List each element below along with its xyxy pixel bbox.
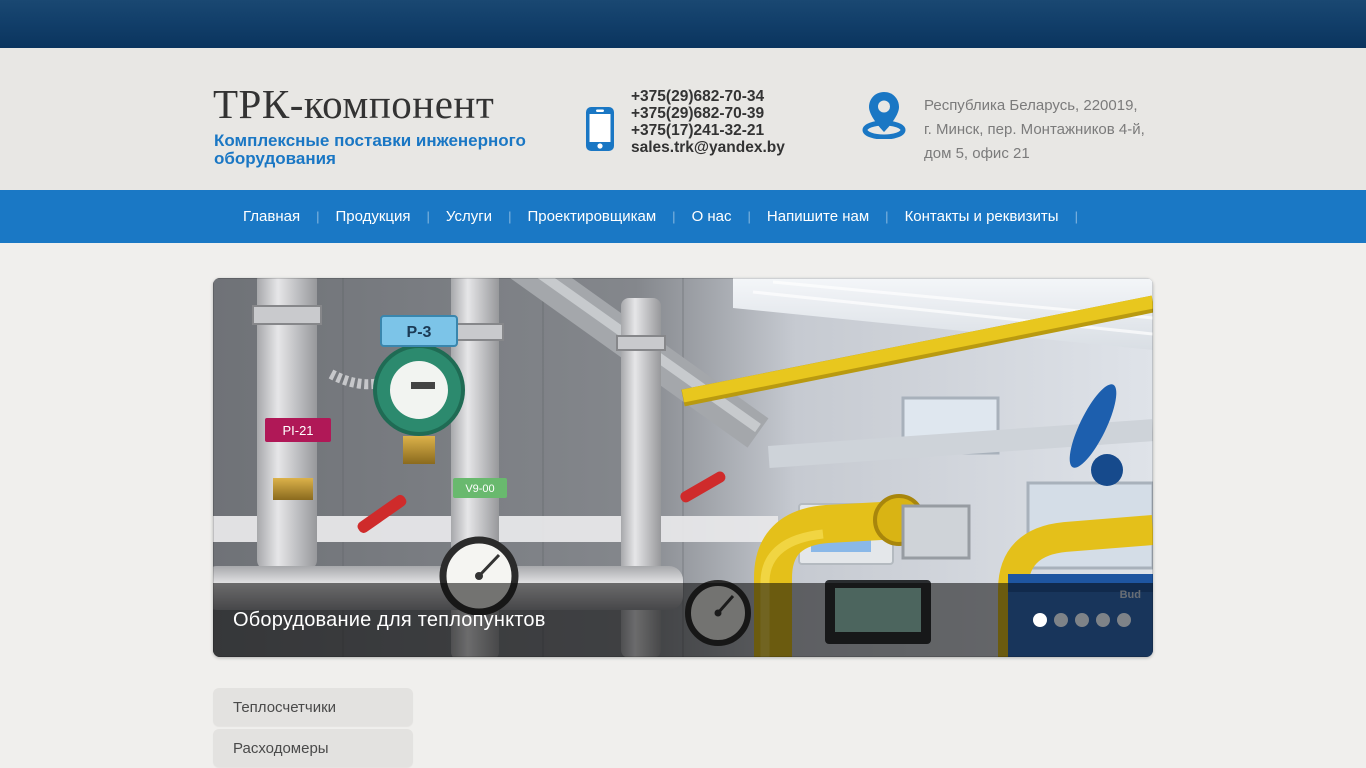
phone-number-3: +375(17)241-32-21	[631, 122, 765, 139]
main-menu: Главная | Продукция | Услуги | Проектиро…	[213, 190, 1153, 243]
slider-dot-1[interactable]	[1033, 613, 1047, 627]
tagline-line-2: оборудования	[214, 149, 336, 168]
contact-phone-block: +375(29)682-70-34 +375(29)682-70-39 +375…	[585, 88, 785, 157]
tagline-line-1: Комплексные поставки инженерного	[214, 131, 526, 150]
hero-slider: Р-3 PI-21 V9-00 Оборудование для теплопу…	[213, 278, 1153, 657]
slider-dots	[1033, 613, 1131, 627]
top-bar	[0, 0, 1366, 48]
slider-caption-bar: Оборудование для теплопунктов	[213, 583, 1153, 657]
site-logo[interactable]: ТРК-компонент	[213, 80, 494, 128]
nav-item-contacts[interactable]: Контакты и реквизиты	[890, 208, 1074, 225]
phone-number-1: +375(29)682-70-34	[631, 88, 765, 105]
contact-email[interactable]: sales.trk@yandex.by	[631, 139, 785, 156]
address-line-2: г. Минск, пер. Монтажников 4-й,	[924, 121, 1145, 138]
nav-item-about[interactable]: О нас	[677, 208, 747, 225]
nav-item-write-us[interactable]: Напишите нам	[752, 208, 884, 225]
photo-pump-tag: Р-3	[407, 324, 432, 341]
slider-dot-2[interactable]	[1054, 613, 1068, 627]
address-line-3: дом 5, офис 21	[924, 145, 1030, 162]
address-line-1: Республика Беларусь, 220019,	[924, 97, 1138, 114]
location-pin-icon	[861, 90, 907, 166]
photo-pressure-tag: PI-21	[282, 423, 313, 438]
slider-dot-5[interactable]	[1117, 613, 1131, 627]
main-content: Р-3 PI-21 V9-00 Оборудование для теплопу…	[0, 278, 1366, 767]
photo-valve-tag: V9-00	[465, 483, 494, 495]
nav-divider: |	[1074, 209, 1078, 224]
phone-icon	[585, 106, 615, 157]
nav-item-products[interactable]: Продукция	[320, 208, 425, 225]
sidebar-item-flow-meters[interactable]: Расходомеры	[213, 729, 413, 767]
nav-item-services[interactable]: Услуги	[431, 208, 507, 225]
nav-item-home[interactable]: Главная	[228, 208, 315, 225]
category-menu: Теплосчетчики Расходомеры	[213, 688, 413, 767]
slider-dot-4[interactable]	[1096, 613, 1110, 627]
phone-number-2: +375(29)682-70-39	[631, 105, 765, 122]
sidebar-item-heat-meters[interactable]: Теплосчетчики	[213, 688, 413, 726]
slider-caption: Оборудование для теплопунктов	[233, 608, 546, 631]
contact-address-block: Республика Беларусь, 220019, г. Минск, п…	[861, 90, 1145, 166]
site-header: ТРК-компонент Комплексные поставки инжен…	[0, 48, 1366, 190]
main-nav: Главная | Продукция | Услуги | Проектиро…	[0, 190, 1366, 243]
nav-item-designers[interactable]: Проектировщикам	[512, 208, 671, 225]
slider-dot-3[interactable]	[1075, 613, 1089, 627]
site-tagline: Комплексные поставки инженерного оборудо…	[214, 132, 526, 168]
